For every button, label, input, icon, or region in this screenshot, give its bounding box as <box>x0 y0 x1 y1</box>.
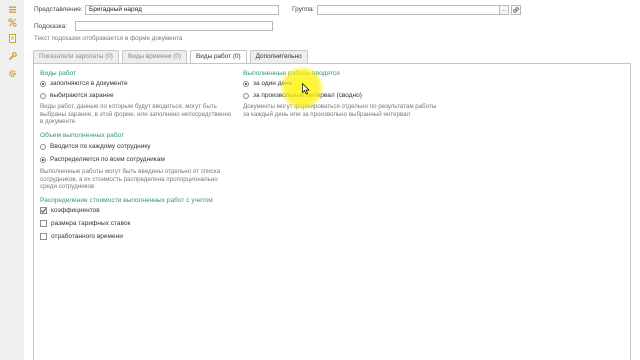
open-link-button[interactable] <box>511 5 521 15</box>
hint-label: Подсказка: <box>34 23 68 30</box>
radio-button[interactable] <box>40 80 46 87</box>
option-label: коэффициентов <box>51 207 100 214</box>
hint-field[interactable] <box>75 21 273 31</box>
volume-description: Выполненные работы могут быть введены от… <box>40 168 220 191</box>
left-sidebar <box>0 0 25 360</box>
ellipsis-icon: … <box>501 7 507 13</box>
radio-button[interactable] <box>40 156 46 163</box>
work-types-option-preselected[interactable]: выбираются заранее <box>40 92 114 99</box>
percent-icon[interactable] <box>8 18 17 27</box>
description-line: Выполненные работы могут быть введены от… <box>40 168 221 175</box>
tab-bar: Показатели зарплаты (0) Виды времени (0)… <box>33 50 308 64</box>
description-line: Документы могут формироваться отдельно п… <box>243 103 437 110</box>
option-label: Распределяется по всем сотрудникам <box>50 156 165 163</box>
hint-note: Текст подсказки отображается в форме док… <box>34 35 183 42</box>
checkbox[interactable] <box>40 207 47 214</box>
group-field[interactable] <box>317 5 509 15</box>
document-icon[interactable] <box>8 34 17 43</box>
option-label: размера тарифных ставок <box>51 220 131 227</box>
radio-button[interactable] <box>243 80 249 87</box>
description-line: Виды работ, данные по которым будут ввод… <box>40 103 217 110</box>
radio-button[interactable] <box>40 143 46 150</box>
entry-description: Документы могут формироваться отдельно п… <box>243 103 436 118</box>
tab-panel: Виды работ заполняются в документе выбир… <box>33 63 631 360</box>
gear-icon[interactable] <box>8 69 17 78</box>
distribution-title: Распределение стоимости выполненных рабо… <box>40 197 213 204</box>
checkmark-icon <box>40 208 47 214</box>
option-label: заполняются в документе <box>50 80 128 87</box>
wrench-icon[interactable] <box>8 52 17 61</box>
radio-button[interactable] <box>243 92 249 99</box>
mouse-pointer-icon <box>302 83 310 95</box>
distribution-option-tariff-rates[interactable]: размера тарифных ставок <box>40 220 130 227</box>
description-line: сотрудников, а их стоимость распределена… <box>40 175 218 183</box>
tab-work-types[interactable]: Виды работ (0) <box>190 50 247 64</box>
link-icon <box>513 7 519 13</box>
option-label: отработанного времени <box>51 233 123 240</box>
volume-title: Объем выполненных работ <box>40 132 125 139</box>
option-label: Вводится по каждому сотруднику <box>50 143 151 150</box>
distribution-option-coefficients[interactable]: коэффициентов <box>40 207 100 214</box>
tab-time-types[interactable]: Виды времени (0) <box>121 50 188 63</box>
list-icon[interactable] <box>8 5 17 14</box>
tab-salary-indicators[interactable]: Показатели зарплаты (0) <box>33 50 119 63</box>
group-select-button[interactable]: … <box>499 5 509 15</box>
work-types-title: Виды работ <box>40 70 77 77</box>
description-line: за каждый день или за произвольно выбран… <box>243 110 411 118</box>
radio-button[interactable] <box>40 92 46 99</box>
tab-additional[interactable]: Дополнительно <box>249 50 308 63</box>
form-content: Представление: Бригадный наряд Группа: …… <box>24 0 640 360</box>
view-label: Представление: <box>34 6 83 13</box>
checkbox[interactable] <box>40 233 47 240</box>
description-line: выбраны заранее, в этой форме, или запол… <box>40 110 232 118</box>
checkbox[interactable] <box>40 220 47 227</box>
group-label: Группа: <box>292 6 315 13</box>
volume-option-per-employee[interactable]: Вводится по каждому сотруднику <box>40 143 151 150</box>
work-types-option-in-document[interactable]: заполняются в документе <box>40 80 128 87</box>
option-label: выбираются заранее <box>50 92 114 99</box>
volume-option-distributed[interactable]: Распределяется по всем сотрудникам <box>40 156 165 163</box>
distribution-option-worked-time[interactable]: отработанного времени <box>40 233 123 240</box>
description-line: среди сотрудников <box>40 183 95 191</box>
work-types-description: Виды работ, данные по которым будут ввод… <box>40 103 231 126</box>
view-field[interactable]: Бригадный наряд <box>85 5 279 15</box>
description-line: в документе <box>40 118 76 126</box>
